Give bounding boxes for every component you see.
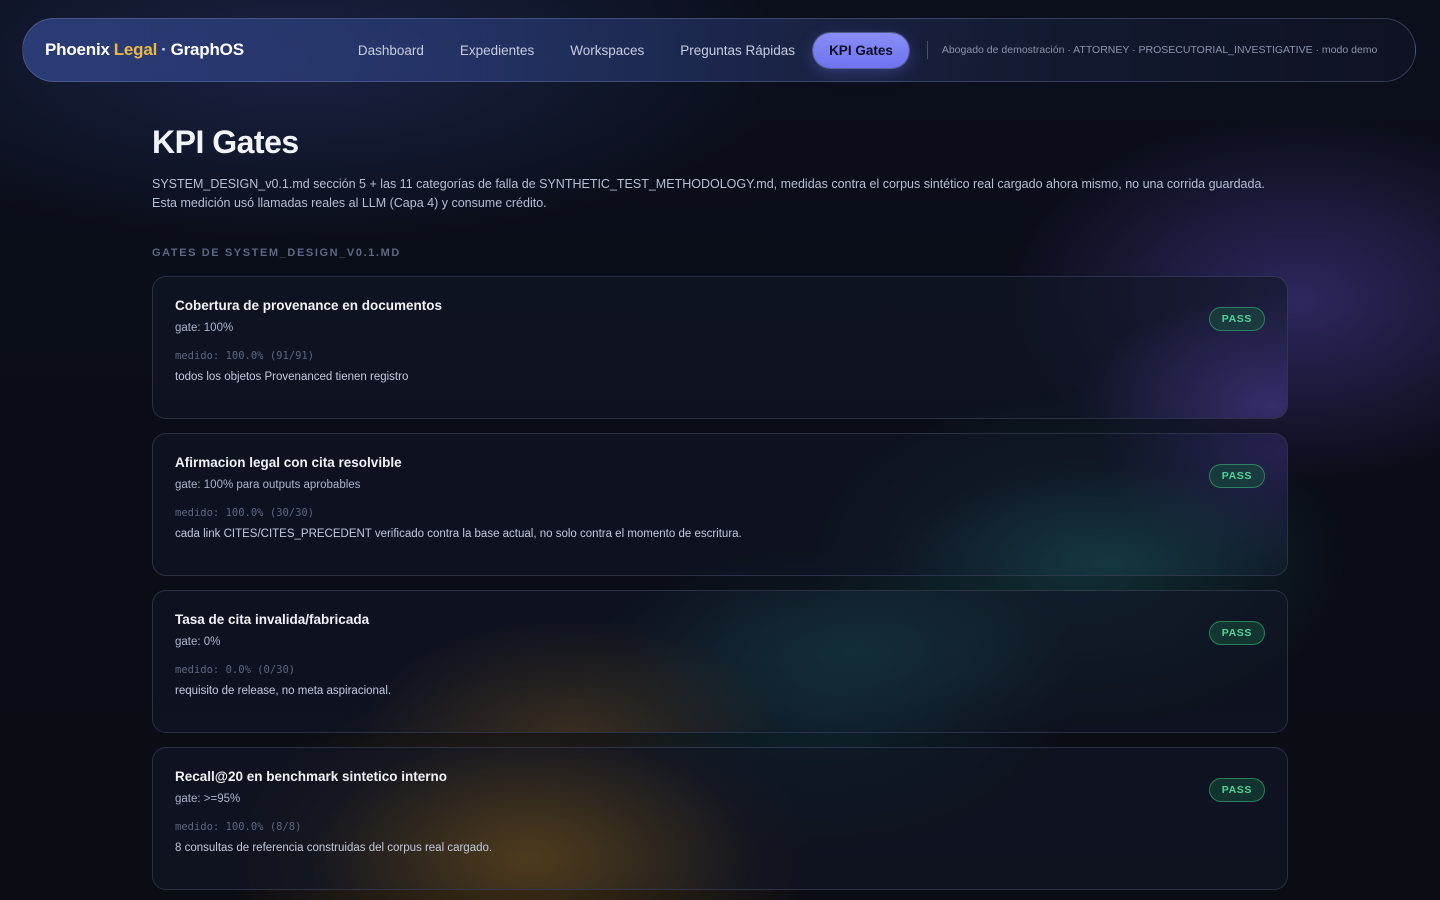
nav-item-expedientes[interactable]: Expedientes (442, 33, 552, 68)
user-info: Abogado de demostración · ATTORNEY · PRO… (941, 44, 1378, 56)
main-content: KPI Gates SYSTEM_DESIGN_v0.1.md sección … (152, 124, 1288, 890)
status-badge: PASS (1208, 464, 1265, 488)
gate-measured: medido: 100.0% (91/91) (175, 350, 315, 362)
gate-note: 8 consultas de referencia construidas de… (175, 842, 493, 854)
gate-title: Afirmacion legal con cita resolvible (175, 455, 402, 470)
gate-note: requisito de release, no meta aspiracion… (175, 685, 392, 697)
gate-threshold: gate: 100% (175, 322, 234, 334)
brand-name-graphos: GraphOS (170, 40, 244, 59)
gate-title: Tasa de cita invalida/fabricada (175, 612, 370, 627)
top-navbar: Phoenix Legal · GraphOS Dashboard Expedi… (22, 18, 1416, 82)
gate-card: Cobertura de provenance en documentos ga… (152, 276, 1288, 419)
brand-logo[interactable]: Phoenix Legal · GraphOS (45, 40, 244, 60)
gate-measured: medido: 100.0% (30/30) (175, 507, 315, 519)
section-label: Gates de SYSTEM_DESIGN_v0.1.md (152, 247, 401, 259)
nav-item-workspaces[interactable]: Workspaces (552, 33, 662, 68)
brand-name-legal: Legal (113, 40, 158, 59)
gate-title: Cobertura de provenance en documentos (175, 298, 443, 313)
page-title: KPI Gates (152, 124, 299, 160)
nav-item-kpi-gates[interactable]: KPI Gates (813, 32, 909, 68)
status-badge: PASS (1208, 307, 1265, 331)
gate-measured: medido: 100.0% (8/8) (175, 821, 302, 833)
gate-card: Afirmacion legal con cita resolvible gat… (152, 433, 1288, 576)
gate-note: cada link CITES/CITES_PRECEDENT verifica… (175, 528, 742, 540)
nav-divider (926, 41, 928, 59)
gate-threshold: gate: >=95% (175, 793, 241, 805)
gate-card: Recall@20 en benchmark sintetico interno… (152, 747, 1288, 890)
brand-name-phoenix: Phoenix (45, 40, 110, 59)
gate-title: Recall@20 en benchmark sintetico interno (175, 769, 447, 784)
gate-threshold: gate: 0% (175, 636, 221, 648)
status-badge: PASS (1208, 621, 1265, 645)
page-description: SYSTEM_DESIGN_v0.1.md sección 5 + las 11… (152, 177, 1265, 210)
gate-threshold: gate: 100% para outputs aprobables (175, 479, 361, 491)
brand-separator: · (161, 40, 167, 59)
gate-note: todos los objetos Provenanced tienen reg… (175, 371, 409, 383)
nav-links: Dashboard Expedientes Workspaces Pregunt… (340, 32, 909, 68)
gate-list: Cobertura de provenance en documentos ga… (152, 276, 1288, 890)
nav-item-dashboard[interactable]: Dashboard (340, 33, 442, 68)
gate-measured: medido: 0.0% (0/30) (175, 664, 296, 676)
gate-card: Tasa de cita invalida/fabricada gate: 0%… (152, 590, 1288, 733)
nav-item-preguntas-rapidas[interactable]: Preguntas Rápidas (662, 33, 813, 68)
status-badge: PASS (1208, 778, 1265, 802)
